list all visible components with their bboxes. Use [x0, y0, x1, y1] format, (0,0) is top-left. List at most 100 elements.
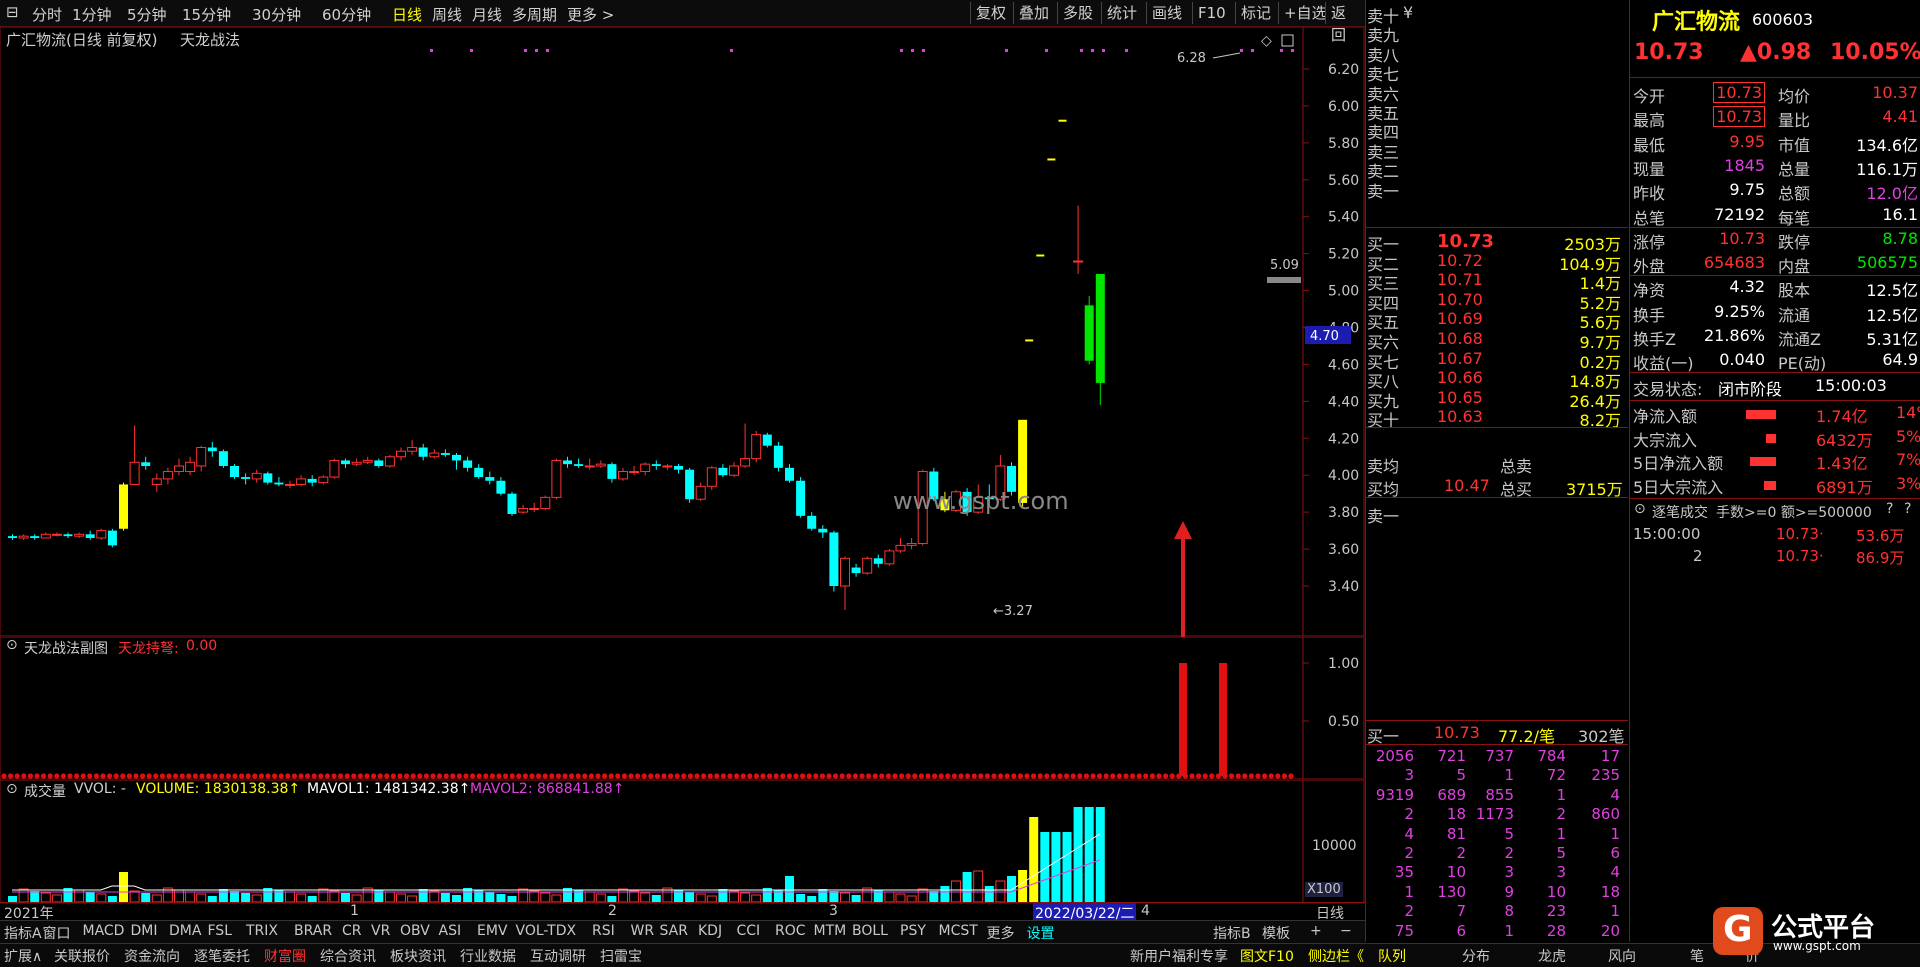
bottom-tab-5[interactable]: 综合资讯	[320, 946, 376, 966]
bottom-tab-4[interactable]: 财富圈	[264, 946, 306, 966]
indicator-tab-18[interactable]: CCI	[737, 923, 761, 939]
indicator-tab-16[interactable]: SAR	[660, 923, 688, 939]
field-label: 总笔	[1633, 208, 1666, 228]
toolbar-period-10[interactable]: 更多 >	[567, 4, 614, 25]
indicator-tab-4[interactable]: DMA	[169, 923, 201, 939]
toolbar-period-9[interactable]: 多周期	[512, 4, 557, 25]
signal-dot	[430, 49, 433, 52]
volume-chart[interactable]: ⊙ 成交量 VVOL: - VOLUME: 1830138.38↑ MAVOL1…	[0, 780, 1365, 904]
toolbar-btn-6[interactable]: 标记	[1235, 2, 1276, 24]
indicator-tab-20[interactable]: MTM	[814, 923, 847, 939]
candle	[662, 465, 673, 468]
bottom-tab-7[interactable]: 行业数据	[460, 946, 516, 966]
indicator-tab-1[interactable]: 窗口	[43, 923, 71, 943]
tick-header: 逐笔成交	[1652, 505, 1708, 521]
indicator-tab-21[interactable]: BOLL	[852, 923, 888, 939]
avg-buy: 10.47	[1444, 476, 1490, 495]
right-tab-2[interactable]: 龙虎	[1538, 946, 1566, 966]
baseline-dot	[166, 773, 172, 779]
volume-bar	[329, 890, 340, 903]
bottom-sidebar[interactable]: 侧边栏《	[1308, 946, 1364, 966]
right-tab-1[interactable]: 分布	[1462, 946, 1490, 966]
bottom-tab-1[interactable]: 关联报价	[54, 946, 110, 966]
toolbar-btn-0[interactable]: 复权	[970, 2, 1011, 24]
baseline-dot	[998, 773, 1004, 779]
indicator-tab-11[interactable]: ASI	[439, 923, 462, 939]
bottom-tab-3[interactable]: 逐笔委托	[194, 946, 250, 966]
bottom-promo[interactable]: 新用户福利专享	[1130, 946, 1228, 966]
volume-plot[interactable]	[0, 780, 1365, 904]
indicator-tab-22[interactable]: PSY	[900, 923, 926, 939]
trade-status-label: 交易状态:	[1633, 380, 1703, 399]
toolbar-btn-4[interactable]: 画线	[1146, 2, 1187, 24]
indicator-tab-25[interactable]: 设置	[1027, 923, 1055, 943]
indicator-tab-8[interactable]: CR	[342, 923, 362, 939]
indicator-tab-template[interactable]: 模板	[1262, 923, 1290, 943]
zoom-out-button[interactable]: −	[1340, 923, 1352, 939]
indicator-tab-13[interactable]: VOL-TDX	[516, 923, 577, 939]
indicator-tab-b[interactable]: 指标B	[1213, 923, 1251, 943]
toolbar-period-6[interactable]: 日线	[392, 4, 422, 25]
bottom-f10[interactable]: 图文F10	[1240, 946, 1294, 966]
zoom-in-button[interactable]: +	[1310, 923, 1322, 939]
queue-cell: 9	[1504, 882, 1514, 901]
indicator-tab-10[interactable]: OBV	[400, 923, 430, 939]
indicator-tab-2[interactable]: MACD	[83, 923, 125, 939]
indicator-tab-19[interactable]: ROC	[775, 923, 806, 939]
indicator-tab-24[interactable]: 更多	[987, 923, 1015, 943]
watermark: www.gspt.com	[893, 487, 1069, 515]
close-icon[interactable]: ?	[1904, 501, 1911, 517]
baseline-dot	[390, 773, 396, 779]
candle	[595, 463, 606, 467]
toolbar-btn-7[interactable]: +自选	[1278, 2, 1332, 24]
toolbar-menu-icon[interactable]: ⊟	[6, 3, 19, 21]
indicator-tab-15[interactable]: WR	[631, 923, 655, 939]
kline-plot[interactable]: 6.206.005.805.605.405.205.004.804.604.40…	[0, 27, 1365, 637]
toolbar-period-2[interactable]: 5分钟	[127, 4, 167, 25]
bottom-tab-0[interactable]: 扩展∧	[4, 946, 42, 966]
subchart-plot[interactable]: 1.00 0.50	[0, 637, 1365, 780]
bottom-tab-2[interactable]: 资金流向	[124, 946, 180, 966]
toolbar-period-1[interactable]: 1分钟	[72, 4, 112, 25]
toolbar-period-8[interactable]: 月线	[472, 4, 502, 25]
tick-filter[interactable]: 手数>=0 额>=500000	[1716, 502, 1872, 522]
indicator-tab-9[interactable]: VR	[371, 923, 390, 939]
right-tab-3[interactable]: 风向	[1608, 946, 1636, 966]
indicator-tab-5[interactable]: FSL	[208, 923, 233, 939]
volume-bar	[640, 892, 651, 903]
bottom-tab-9[interactable]: 扫雷宝	[600, 946, 642, 966]
toolbar-btn-5[interactable]: F10	[1192, 2, 1231, 24]
help-icon[interactable]: ?	[1886, 501, 1893, 517]
toolbar-period-4[interactable]: 30分钟	[252, 4, 301, 25]
sub-indicator-chart[interactable]: ⊙ 天龙战法副图 天龙持弩: 0.00 1.00 0.50	[0, 637, 1365, 780]
indicator-tab-23[interactable]: MCST	[939, 923, 978, 939]
candle	[30, 536, 40, 538]
right-tab-4[interactable]: 笔	[1690, 946, 1704, 966]
indicator-tab-7[interactable]: BRAR	[294, 923, 332, 939]
indicator-tab-17[interactable]: KDJ	[698, 923, 722, 939]
toolbar-btn-8[interactable]: 返回	[1325, 2, 1365, 44]
main-kline-chart[interactable]: 广汇物流(日线 前复权) 天龙战法 6.20 6.00 5.80 5.60 5.40 5.…	[0, 27, 1365, 637]
baseline-dot	[635, 773, 641, 779]
bottom-tab-6[interactable]: 板块资讯	[390, 946, 446, 966]
field-value-2: 10.37	[1872, 83, 1918, 102]
toolbar-period-5[interactable]: 60分钟	[322, 4, 371, 25]
toolbar-period-7[interactable]: 周线	[432, 4, 462, 25]
candle	[384, 456, 395, 467]
indicator-tab-0[interactable]: 指标A	[4, 923, 42, 943]
right-tab-0[interactable]: 队列	[1378, 946, 1406, 966]
toolbar-btn-2[interactable]: 多股	[1057, 2, 1098, 24]
toolbar-btn-1[interactable]: 叠加	[1013, 2, 1054, 24]
indicator-tab-3[interactable]: DMI	[131, 923, 158, 939]
bottom-tab-8[interactable]: 互动调研	[530, 946, 586, 966]
queue-cell: 10	[1446, 863, 1466, 882]
toolbar-period-0[interactable]: 分时	[32, 4, 62, 25]
toolbar-period-3[interactable]: 15分钟	[182, 4, 231, 25]
indicator-tab-12[interactable]: EMV	[477, 923, 508, 939]
indicator-tab-14[interactable]: RSI	[592, 923, 615, 939]
toolbar-btn-3[interactable]: 统计	[1101, 2, 1142, 24]
baseline-dot	[21, 773, 27, 779]
baseline-dot	[371, 773, 377, 779]
indicator-tab-6[interactable]: TRIX	[246, 923, 278, 939]
candle	[40, 533, 51, 539]
